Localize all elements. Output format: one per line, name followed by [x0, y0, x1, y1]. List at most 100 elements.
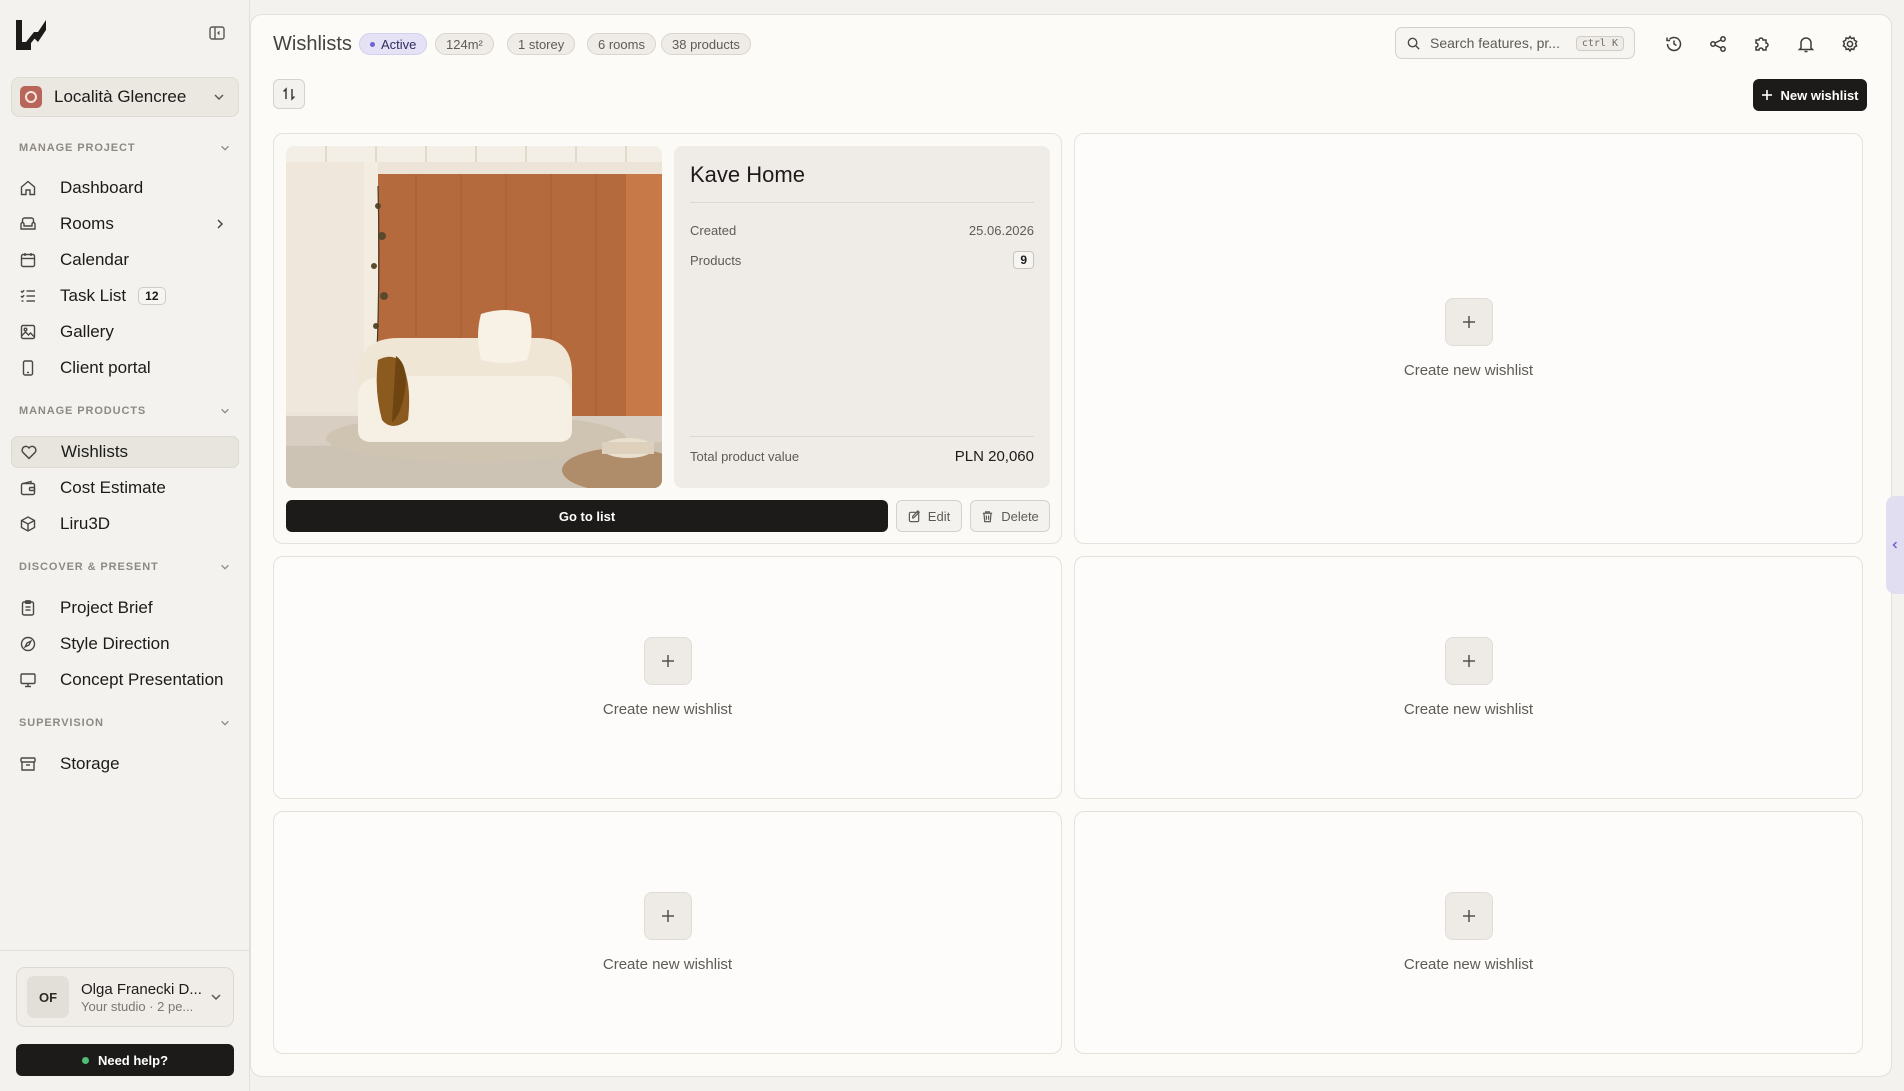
- add-wishlist-button[interactable]: [1444, 892, 1493, 940]
- divider: [0, 950, 250, 951]
- total-value: PLN 20,060: [954, 448, 1034, 465]
- sidebar-item-project-brief[interactable]: Project Brief: [11, 592, 239, 624]
- home-icon: [20, 180, 36, 196]
- created-row: Created 25.06.2026: [690, 215, 1034, 245]
- create-wishlist-label: Create new wishlist: [1403, 362, 1534, 379]
- plus-icon: [1462, 316, 1475, 328]
- create-wishlist-card[interactable]: Create new wishlist: [1074, 556, 1863, 799]
- wallet-icon: [20, 480, 36, 496]
- sidebar-item-liru3d[interactable]: Liru3D: [11, 508, 239, 540]
- project-selector[interactable]: Località Glencree: [11, 77, 239, 117]
- total-row: Total product value PLN 20,060: [690, 436, 1034, 476]
- plus-icon: [1762, 90, 1773, 100]
- sofa-icon: [20, 217, 36, 230]
- project-name: Località Glencree: [54, 87, 187, 106]
- search-box[interactable]: ctrl K: [1395, 27, 1635, 59]
- history-icon[interactable]: [1664, 34, 1684, 54]
- wishlist-cover-image[interactable]: [286, 146, 662, 488]
- chevron-down-icon: [221, 145, 229, 151]
- rooms-chip: 6 rooms: [587, 33, 656, 55]
- add-wishlist-button[interactable]: [1444, 298, 1493, 346]
- go-to-list-button[interactable]: Go to list: [286, 500, 888, 532]
- products-chip: 38 products: [661, 33, 751, 55]
- total-label: Total product value: [690, 449, 800, 464]
- status-dot: [370, 41, 375, 47]
- archive-icon: [20, 757, 36, 771]
- chevron-down-icon: [221, 720, 229, 726]
- created-label: Created: [690, 222, 737, 238]
- section-manage-project[interactable]: MANAGE PROJECT: [19, 140, 231, 156]
- sidebar-toggle-icon[interactable]: [208, 24, 226, 42]
- created-date: 25.06.2026: [968, 222, 1034, 238]
- project-color-icon: [20, 86, 42, 108]
- puzzle-icon[interactable]: [1752, 34, 1772, 54]
- app-logo[interactable]: [14, 18, 48, 52]
- products-row: Products 9: [690, 245, 1034, 275]
- create-wishlist-card[interactable]: Create new wishlist: [273, 556, 1062, 799]
- add-wishlist-button[interactable]: [643, 637, 692, 685]
- list-check-icon: [20, 289, 35, 302]
- chevron-right-icon: [217, 219, 224, 229]
- status-badge: Active: [359, 33, 428, 55]
- avatar: OF: [27, 976, 69, 1018]
- sidebar-item-rooms[interactable]: Rooms: [11, 208, 239, 240]
- section-supervision[interactable]: SUPERVISION: [19, 715, 231, 731]
- plus-icon: [661, 910, 674, 922]
- compass-icon: [20, 636, 36, 652]
- cube-icon: [20, 516, 36, 532]
- chevron-left-icon: [1892, 541, 1898, 549]
- area-chip: 124m²: [435, 33, 494, 55]
- wishlist-card: Kave Home Created 25.06.2026 Products 9 …: [273, 133, 1062, 544]
- search-input[interactable]: [1430, 35, 1562, 51]
- sort-button[interactable]: [273, 79, 305, 109]
- sidebar-item-storage[interactable]: Storage: [11, 748, 239, 780]
- create-wishlist-card[interactable]: Create new wishlist: [1074, 811, 1863, 1054]
- wishlist-info-panel: Kave Home Created 25.06.2026 Products 9 …: [674, 146, 1050, 488]
- chevron-down-icon: [221, 564, 229, 570]
- search-shortcut: ctrl K: [1575, 35, 1624, 51]
- create-wishlist-card[interactable]: Create new wishlist: [273, 811, 1062, 1054]
- sidebar-item-style-direction[interactable]: Style Direction: [11, 628, 239, 660]
- main-panel: Wishlists Active 124m² 1 storey 6 rooms …: [250, 14, 1892, 1077]
- pencil-icon: [908, 509, 920, 522]
- create-wishlist-label: Create new wishlist: [1403, 956, 1534, 973]
- chevron-down-icon: [214, 94, 224, 101]
- sidebar-item-dashboard[interactable]: Dashboard: [11, 172, 239, 204]
- add-wishlist-button[interactable]: [1444, 637, 1493, 685]
- calendar-icon: [20, 253, 36, 268]
- bell-icon[interactable]: [1796, 34, 1816, 54]
- plus-icon: [1462, 910, 1475, 922]
- sidebar-item-concept-presentation[interactable]: Concept Presentation: [11, 664, 239, 696]
- section-manage-products[interactable]: MANAGE PRODUCTS: [19, 403, 231, 419]
- delete-button[interactable]: Delete: [970, 500, 1050, 532]
- user-name: Olga Franecki D...: [81, 980, 202, 998]
- page-title: Wishlists: [273, 33, 352, 55]
- task-count-badge: 12: [138, 287, 166, 305]
- new-wishlist-button[interactable]: New wishlist: [1753, 79, 1867, 111]
- sidebar: Località Glencree MANAGE PROJECT Dashboa…: [0, 0, 250, 1091]
- create-wishlist-label: Create new wishlist: [602, 956, 733, 973]
- create-wishlist-card[interactable]: Create new wishlist: [1074, 133, 1863, 544]
- right-panel-toggle[interactable]: [1886, 496, 1904, 594]
- gear-icon[interactable]: [1840, 34, 1860, 54]
- image-icon: [20, 324, 36, 340]
- sidebar-item-calendar[interactable]: Calendar: [11, 244, 239, 276]
- edit-button[interactable]: Edit: [896, 500, 962, 532]
- sidebar-item-client-portal[interactable]: Client portal: [11, 352, 239, 384]
- sidebar-item-gallery[interactable]: Gallery: [11, 316, 239, 348]
- section-discover-present[interactable]: DISCOVER & PRESENT: [19, 559, 231, 575]
- user-info: Olga Franecki D... Your studio · 2 pe...: [81, 981, 209, 1014]
- sidebar-item-wishlists[interactable]: Wishlists: [11, 436, 239, 468]
- chevron-down-icon: [221, 408, 229, 414]
- search-icon: [1407, 37, 1420, 50]
- need-help-button[interactable]: Need help?: [16, 1044, 234, 1076]
- create-wishlist-label: Create new wishlist: [1403, 701, 1534, 718]
- add-wishlist-button[interactable]: [643, 892, 692, 940]
- sidebar-item-task-list[interactable]: Task List 12: [11, 280, 239, 312]
- products-label: Products: [690, 252, 742, 268]
- heart-icon: [21, 445, 37, 460]
- sidebar-item-cost-estimate[interactable]: Cost Estimate: [11, 472, 239, 504]
- user-menu[interactable]: OF Olga Franecki D... Your studio · 2 pe…: [16, 967, 234, 1027]
- share-icon[interactable]: [1708, 34, 1728, 54]
- chevron-down-icon: [211, 994, 221, 1001]
